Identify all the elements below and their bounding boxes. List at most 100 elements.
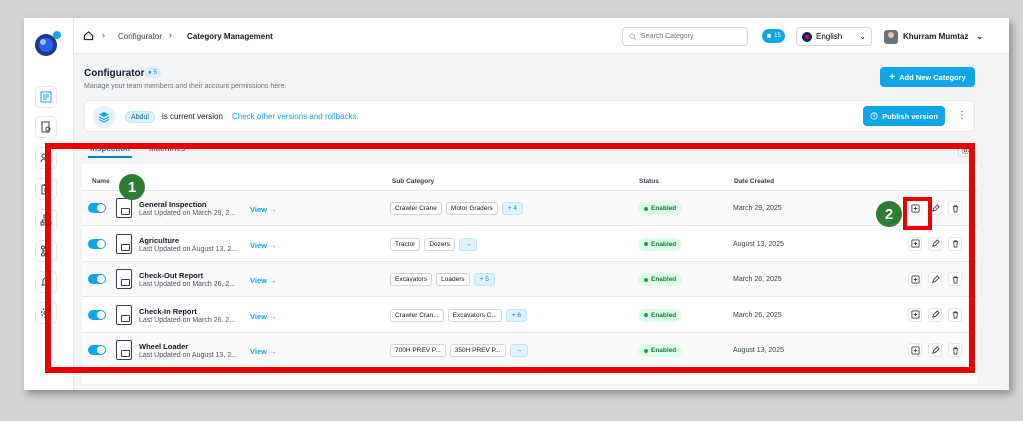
table-settings-button[interactable] bbox=[958, 143, 972, 157]
category-name: Wheel Loader bbox=[139, 342, 189, 351]
view-category-link[interactable]: View → bbox=[250, 276, 277, 285]
plus-square-icon bbox=[910, 203, 920, 213]
more-options-icon[interactable]: ⋮ bbox=[957, 110, 967, 121]
last-updated-text: Last Updated on August 13, 2... bbox=[139, 245, 238, 253]
sidebar-item-settings[interactable] bbox=[35, 302, 57, 324]
row-actions bbox=[908, 201, 962, 215]
tab-machines[interactable]: Machines bbox=[149, 144, 185, 153]
arrow-right-icon: → bbox=[269, 240, 277, 250]
sub-category-chips: Crawler Cran... Excavators C... + 6 bbox=[390, 308, 528, 322]
edit-button[interactable] bbox=[928, 201, 942, 215]
sidebar-item-clipboard[interactable] bbox=[35, 178, 57, 200]
table-row: Check-In Report Last Updated on March 26… bbox=[82, 298, 977, 333]
sub-category-chips: Crawler Crane Motor Graders + 4 bbox=[390, 202, 524, 215]
category-enabled-toggle[interactable] bbox=[88, 309, 106, 320]
delete-button[interactable] bbox=[948, 343, 962, 357]
sub-category-chip: Loaders bbox=[436, 273, 470, 286]
edit-button[interactable] bbox=[928, 236, 942, 251]
column-header-date-created[interactable]: Date Created bbox=[734, 178, 774, 185]
last-updated-text: Last Updated on August 13, 2... bbox=[139, 352, 238, 359]
language-select[interactable]: English ⌄ bbox=[796, 27, 872, 46]
tab-inspection[interactable]: Inspection bbox=[88, 144, 133, 158]
status-badge: Enabled bbox=[638, 237, 683, 251]
plus-square-icon bbox=[910, 274, 920, 284]
more-sub-categories-button[interactable]: + 4 bbox=[501, 202, 524, 215]
pencil-icon bbox=[931, 203, 940, 212]
sidebar-item-users[interactable] bbox=[35, 147, 57, 169]
chevron-right-icon: › bbox=[102, 30, 105, 40]
column-header-status[interactable]: Status bbox=[639, 178, 659, 185]
column-header-sub-category[interactable]: Sub Category bbox=[392, 178, 434, 185]
sidebar-item-hierarchy[interactable] bbox=[35, 209, 57, 231]
edit-button[interactable] bbox=[928, 272, 942, 286]
last-updated-text: Last Updated on March 29, 2... bbox=[139, 210, 236, 217]
add-sub-item-button[interactable] bbox=[908, 307, 922, 322]
sub-category-chip: Crawler Crane bbox=[390, 202, 442, 215]
more-sub-categories-button[interactable]: + 5 bbox=[473, 273, 495, 286]
delete-button[interactable] bbox=[948, 201, 962, 215]
category-enabled-toggle[interactable] bbox=[88, 345, 106, 355]
delete-button[interactable] bbox=[948, 272, 962, 286]
view-label: View bbox=[250, 276, 267, 285]
sub-category-chips: Excavators Loaders + 5 bbox=[390, 273, 495, 286]
more-sub-categories-button[interactable]: → bbox=[509, 344, 529, 357]
publish-version-button[interactable]: Publish version bbox=[863, 106, 945, 126]
more-sub-categories-button[interactable]: → bbox=[458, 237, 478, 251]
grid-scan-icon bbox=[40, 91, 52, 103]
branch-icon bbox=[41, 245, 51, 257]
sub-category-chip: Excavators C... bbox=[447, 308, 502, 322]
trash-icon bbox=[952, 204, 958, 213]
app-logo-icon[interactable] bbox=[32, 28, 64, 60]
row-actions bbox=[908, 343, 962, 357]
view-category-link[interactable]: View → bbox=[250, 205, 277, 214]
row-actions bbox=[908, 272, 962, 286]
add-new-category-button[interactable]: + Add New Category bbox=[880, 67, 975, 87]
add-sub-item-button[interactable] bbox=[908, 272, 922, 286]
add-sub-item-button[interactable] bbox=[908, 201, 922, 215]
current-version-badge: Abdul bbox=[125, 111, 155, 123]
app-window: › Configurator › Category Management 15 … bbox=[24, 18, 1009, 390]
chevron-down-icon: ⌄ bbox=[859, 32, 866, 41]
category-enabled-toggle[interactable] bbox=[88, 238, 106, 249]
edit-button[interactable] bbox=[928, 307, 942, 322]
status-badge: Enabled bbox=[638, 273, 683, 286]
category-enabled-toggle[interactable] bbox=[88, 274, 106, 284]
category-name: General Inspection bbox=[139, 200, 207, 209]
view-category-link[interactable]: View → bbox=[250, 347, 277, 356]
user-menu[interactable]: Khurram Mumtaz ⌄ bbox=[884, 27, 983, 46]
sub-category-chips: Tractor Dozers → bbox=[390, 237, 478, 251]
sidebar-item-alerts[interactable] bbox=[35, 271, 57, 293]
edit-button[interactable] bbox=[928, 343, 942, 357]
table-row: Wheel Loader Last Updated on August 13, … bbox=[82, 333, 977, 368]
date-created: March 26, 2025 bbox=[733, 311, 782, 319]
view-category-link[interactable]: View → bbox=[250, 241, 277, 250]
more-sub-categories-button[interactable]: + 6 bbox=[505, 308, 528, 322]
delete-button[interactable] bbox=[948, 236, 962, 251]
folder-document-icon bbox=[116, 233, 132, 254]
plus-square-icon bbox=[910, 239, 920, 248]
step-marker-2: 2 bbox=[876, 201, 902, 227]
delete-button[interactable] bbox=[948, 307, 962, 322]
category-enabled-toggle[interactable] bbox=[88, 203, 106, 213]
breadcrumb-parent[interactable]: Configurator bbox=[118, 32, 162, 41]
sidebar-item-workflow[interactable] bbox=[35, 240, 57, 262]
home-icon[interactable] bbox=[83, 30, 94, 41]
date-created: August 13, 2025 bbox=[733, 240, 784, 248]
sub-category-chips: 700H PREV P... 350H PREV P... → bbox=[390, 344, 529, 357]
publish-version-label: Publish version bbox=[882, 111, 938, 121]
search-box[interactable] bbox=[622, 27, 748, 46]
column-header-name[interactable]: Name bbox=[92, 178, 110, 185]
date-created: March 29, 2025 bbox=[733, 205, 782, 212]
search-input[interactable] bbox=[641, 33, 741, 40]
sidebar-item-configurator[interactable] bbox=[35, 86, 57, 108]
notification-button[interactable]: 15 bbox=[762, 29, 785, 43]
add-sub-item-button[interactable] bbox=[908, 236, 922, 251]
plus-square-icon bbox=[910, 345, 920, 355]
add-sub-item-button[interactable] bbox=[908, 343, 922, 357]
sidebar-item-reports[interactable] bbox=[35, 116, 57, 138]
table-row: Agriculture Last Updated on August 13, 2… bbox=[82, 227, 977, 262]
version-history-link[interactable]: Check other versions and rollbacks. bbox=[232, 112, 359, 121]
view-category-link[interactable]: View → bbox=[250, 312, 277, 321]
pencil-icon bbox=[931, 239, 940, 247]
arrow-right-icon: → bbox=[269, 311, 277, 321]
